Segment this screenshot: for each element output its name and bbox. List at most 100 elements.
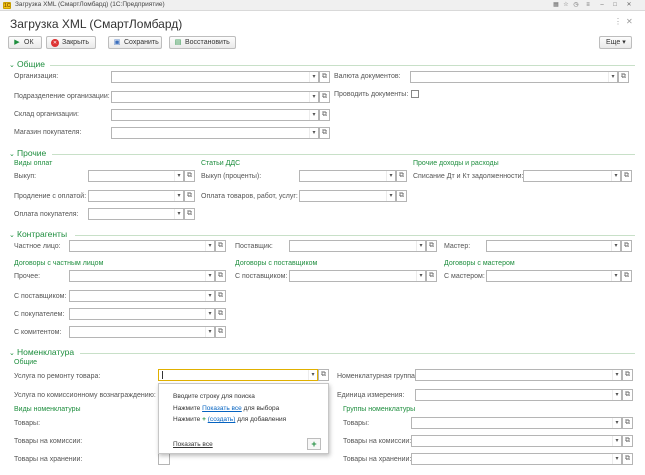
menu-icon[interactable]: ≡: [584, 1, 592, 9]
calc-icon[interactable]: ▦: [552, 1, 560, 9]
open-icon[interactable]: ⧉: [622, 369, 633, 381]
dropdown-icon[interactable]: ▾: [205, 327, 214, 337]
extension-field[interactable]: ▾: [88, 190, 184, 202]
restore-button[interactable]: ▤ Восстановить: [169, 36, 236, 49]
dropdown-icon[interactable]: ▾: [612, 418, 621, 428]
open-icon[interactable]: ⧉: [319, 127, 330, 139]
ok-button[interactable]: ▶ ОК: [8, 36, 42, 49]
supplier-field[interactable]: ▾: [289, 240, 426, 252]
dropdown-icon[interactable]: ▾: [309, 92, 318, 102]
open-icon[interactable]: ⧉: [622, 453, 633, 465]
open-icon[interactable]: ⧉: [184, 170, 195, 182]
save-button[interactable]: ▣ Сохранить: [108, 36, 162, 49]
open-icon[interactable]: ⧉: [426, 240, 437, 252]
dropdown-icon[interactable]: ▾: [611, 171, 620, 181]
dropdown-icon[interactable]: ▾: [612, 390, 621, 400]
unit-field[interactable]: ▾: [415, 389, 622, 401]
buyout-field[interactable]: ▾: [88, 170, 184, 182]
dropdown-icon[interactable]: ▾: [612, 370, 621, 380]
minimize-button[interactable]: –: [598, 1, 606, 9]
open-icon[interactable]: ⧉: [622, 417, 633, 429]
goods-commission2-field[interactable]: ▾: [411, 435, 622, 447]
writeoff-field[interactable]: ▾: [523, 170, 621, 182]
form-close-icon[interactable]: ✕: [626, 17, 633, 26]
dropdown-icon[interactable]: ▾: [386, 171, 395, 181]
master-field[interactable]: ▾: [486, 240, 621, 252]
open-icon[interactable]: ⧉: [621, 270, 632, 282]
with-master-field[interactable]: ▾: [486, 270, 621, 282]
dropdown-icon[interactable]: ▾: [309, 110, 318, 120]
open-icon[interactable]: ⧉: [319, 91, 330, 103]
dropdown-icon[interactable]: ▾: [205, 309, 214, 319]
dropdown-icon[interactable]: ▾: [386, 191, 395, 201]
open-icon[interactable]: ⧉: [319, 109, 330, 121]
org-field[interactable]: ▾: [111, 71, 319, 83]
dropdown-icon[interactable]: ▾: [612, 436, 621, 446]
buyer-payment-field[interactable]: ▾: [88, 208, 184, 220]
with-supplier-field[interactable]: ▾: [69, 290, 215, 302]
open-icon[interactable]: ⧉: [215, 308, 226, 320]
repair-service-input[interactable]: ▾: [158, 369, 318, 381]
open-icon[interactable]: ⧉: [618, 71, 629, 83]
maximize-button[interactable]: □: [611, 1, 619, 9]
with-consignor-field[interactable]: ▾: [69, 326, 215, 338]
open-icon[interactable]: ⧉: [318, 369, 329, 381]
goods2-field[interactable]: ▾: [411, 417, 622, 429]
open-icon[interactable]: ⧉: [396, 170, 407, 182]
open-icon[interactable]: ⧉: [396, 190, 407, 202]
open-icon[interactable]: ⧉: [184, 190, 195, 202]
open-icon[interactable]: ⧉: [622, 435, 633, 447]
dropdown-icon[interactable]: ▾: [416, 271, 425, 281]
dropdown-icon[interactable]: ▾: [205, 271, 214, 281]
dropdown-icon[interactable]: ▾: [611, 241, 620, 251]
close-window-button[interactable]: ✕: [625, 1, 633, 9]
open-icon[interactable]: ⧉: [215, 326, 226, 338]
goods-storage2-field[interactable]: ▾: [411, 453, 622, 465]
dropdown-icon[interactable]: ▾: [416, 241, 425, 251]
show-all-bottom-link[interactable]: Показать все: [173, 441, 213, 448]
create-link[interactable]: (создать): [208, 416, 236, 423]
nom-group-field[interactable]: ▾: [415, 369, 622, 381]
dropdown-icon[interactable]: ▾: [174, 209, 183, 219]
more-button[interactable]: Еще ▾: [599, 36, 632, 49]
post-checkbox[interactable]: [411, 90, 419, 98]
dropdown-icon[interactable]: ▾: [308, 370, 317, 380]
goods-storage-field[interactable]: [158, 453, 170, 465]
dropdown-icon[interactable]: ▾: [611, 271, 620, 281]
open-icon[interactable]: ⧉: [215, 270, 226, 282]
open-icon[interactable]: ⧉: [215, 290, 226, 302]
shop-field[interactable]: ▾: [111, 127, 319, 139]
open-icon[interactable]: ⧉: [215, 240, 226, 252]
warehouse-field[interactable]: ▾: [111, 109, 319, 121]
dropdown-icon[interactable]: ▾: [174, 171, 183, 181]
show-all-link[interactable]: Показать все: [202, 405, 242, 412]
history-icon[interactable]: ◷: [572, 1, 580, 9]
section-general[interactable]: ⌄ Общие: [9, 59, 45, 69]
payment-goods-field[interactable]: ▾: [299, 190, 396, 202]
buyout-interest-field[interactable]: ▾: [299, 170, 396, 182]
dropdown-icon[interactable]: ▾: [205, 241, 214, 251]
open-icon[interactable]: ⧉: [184, 208, 195, 220]
close-button[interactable]: ✕ Закрыть: [46, 36, 96, 49]
open-icon[interactable]: ⧉: [426, 270, 437, 282]
dropdown-icon[interactable]: ▾: [309, 72, 318, 82]
dropdown-icon[interactable]: ▾: [309, 128, 318, 138]
dropdown-icon[interactable]: ▾: [174, 191, 183, 201]
dropdown-icon[interactable]: ▾: [612, 454, 621, 464]
form-menu-icon[interactable]: ⋮: [614, 17, 622, 26]
with-buyer-field[interactable]: ▾: [69, 308, 215, 320]
dept-field[interactable]: ▾: [111, 91, 319, 103]
other-contract-field[interactable]: ▾: [69, 270, 215, 282]
currency-field[interactable]: ▾: [410, 71, 618, 83]
open-icon[interactable]: ⧉: [622, 389, 633, 401]
star-icon[interactable]: ☆: [562, 1, 570, 9]
section-contractors[interactable]: ⌄ Контрагенты: [9, 229, 67, 239]
dropdown-icon[interactable]: ▾: [205, 291, 214, 301]
with-supplier2-field[interactable]: ▾: [289, 270, 426, 282]
section-other[interactable]: ⌄ Прочие: [9, 148, 46, 158]
dropdown-icon[interactable]: ▾: [608, 72, 617, 82]
open-icon[interactable]: ⧉: [621, 170, 632, 182]
open-icon[interactable]: ⧉: [319, 71, 330, 83]
section-nomenclature[interactable]: ⌄ Номенклатура: [9, 347, 74, 357]
add-button[interactable]: +: [307, 438, 321, 450]
